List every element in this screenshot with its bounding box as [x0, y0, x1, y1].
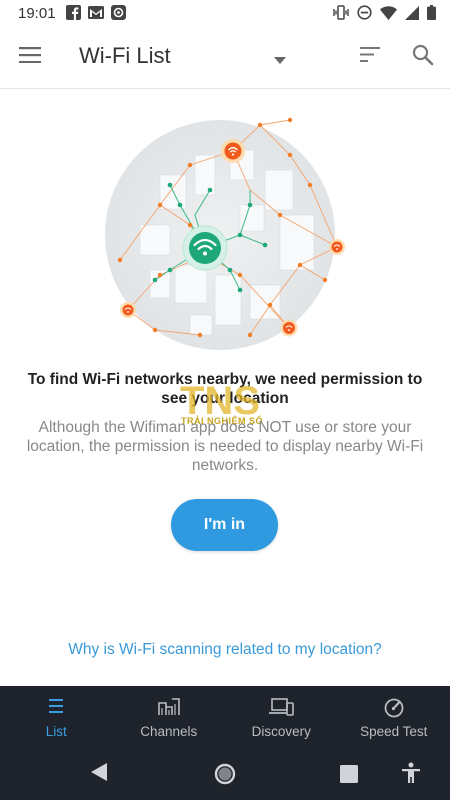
signal-icon	[405, 5, 419, 20]
list-icon	[47, 698, 65, 719]
page-title: Wi-Fi List	[79, 43, 171, 68]
connected-wifi-icon	[182, 225, 228, 271]
accessibility-icon[interactable]	[401, 762, 421, 789]
nav-label-list: List	[45, 724, 67, 739]
nav-label-speed-test: Speed Test	[360, 724, 428, 739]
facebook-icon	[66, 5, 81, 20]
hotspot-icon	[280, 319, 298, 337]
app-bar: Wi-Fi List	[0, 26, 450, 89]
nav-label-channels: Channels	[140, 724, 198, 739]
recents-icon[interactable]	[340, 765, 358, 788]
battery-icon	[427, 5, 436, 20]
vibrate-icon	[333, 5, 349, 20]
nav-item-list[interactable]: List	[0, 686, 113, 746]
system-navigation-bar	[0, 746, 450, 800]
nav-item-discovery[interactable]: Discovery	[225, 686, 338, 746]
speedometer-icon	[384, 698, 404, 723]
system-status-icons	[333, 5, 436, 20]
location-help-link[interactable]: Why is Wi-Fi scanning related to my loca…	[20, 641, 430, 659]
permission-description: Although the Wifiman app does NOT use or…	[26, 419, 424, 474]
wifi-icon	[380, 5, 397, 20]
home-icon[interactable]	[214, 763, 236, 790]
dnd-icon	[357, 5, 372, 20]
nav-item-channels[interactable]: Channels	[113, 686, 226, 746]
hotspot-icon	[329, 239, 345, 255]
channels-icon	[157, 698, 180, 721]
im-in-button[interactable]: I'm in	[171, 499, 278, 551]
nav-item-speed-test[interactable]: Speed Test	[338, 686, 450, 746]
discovery-icon	[268, 698, 295, 721]
back-icon[interactable]	[90, 762, 108, 787]
status-bar: 19:01	[0, 0, 450, 26]
gmail-icon	[88, 5, 104, 20]
hamburger-icon[interactable]	[19, 47, 41, 64]
bottom-navigation: List Channels Discovery Speed Test	[0, 686, 450, 746]
search-icon[interactable]	[412, 44, 434, 71]
wifi-map-illustration	[100, 95, 350, 360]
sort-icon[interactable]	[360, 47, 380, 67]
nav-label-discovery: Discovery	[251, 724, 311, 739]
dropdown-arrow-icon[interactable]	[274, 51, 286, 69]
notification-icons	[66, 5, 126, 20]
hotspot-icon	[221, 139, 245, 163]
hotspot-icon	[120, 302, 136, 318]
app-icon	[111, 5, 126, 20]
status-time: 19:01	[18, 5, 56, 22]
